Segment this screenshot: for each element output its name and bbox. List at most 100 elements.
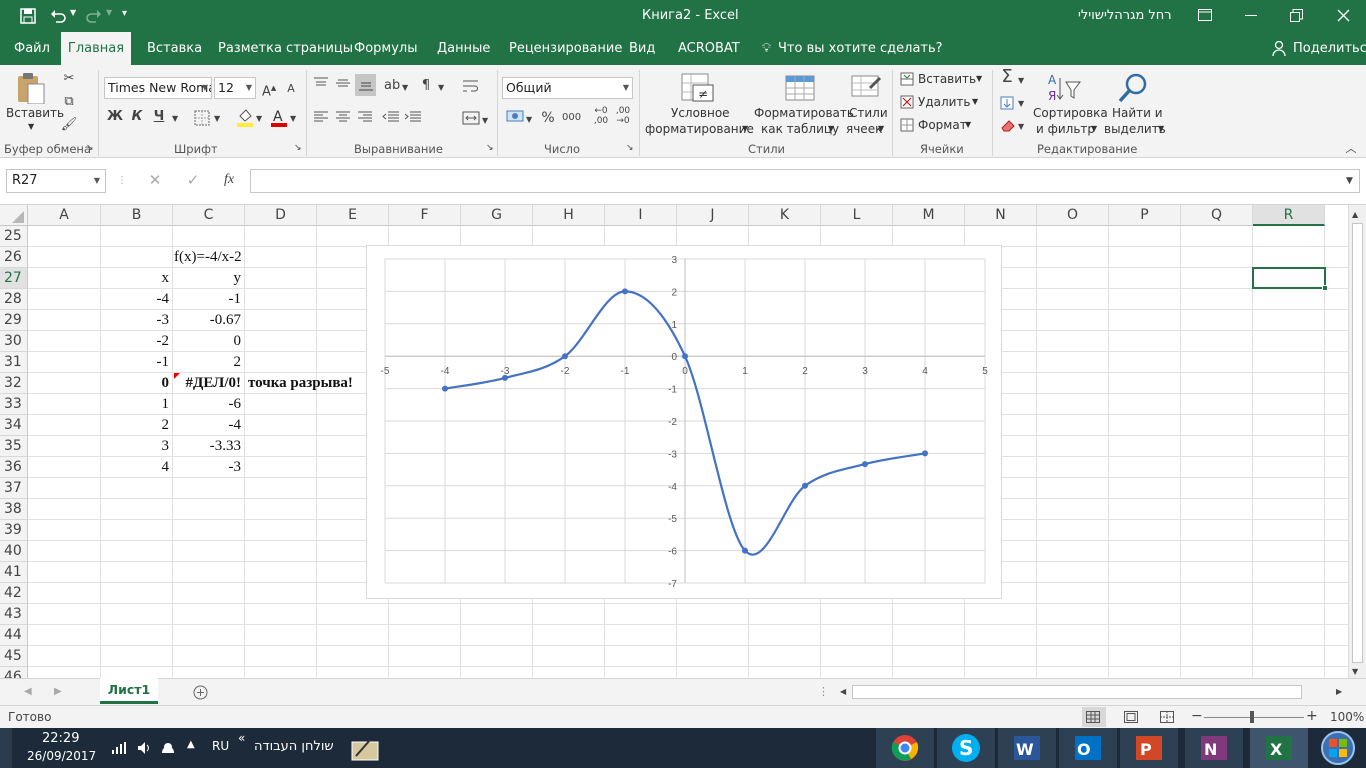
- borders-icon[interactable]: [194, 110, 210, 126]
- insert-function-button[interactable]: fx: [219, 171, 239, 189]
- confirm-entry-icon[interactable]: ✓: [184, 171, 202, 189]
- align-bottom-icon[interactable]: [358, 78, 374, 92]
- align-top-icon[interactable]: [313, 76, 329, 90]
- column-header-r[interactable]: R: [1253, 205, 1325, 226]
- cut-icon[interactable]: ✂: [60, 70, 78, 88]
- cell-c26[interactable]: f(x)=-4/x-2: [174, 247, 242, 268]
- row-header-36[interactable]: 36: [0, 457, 28, 478]
- fill-dropdown-icon[interactable]: ▼: [1018, 95, 1024, 113]
- taskbar-excel[interactable]: X: [1250, 728, 1308, 768]
- row-header-30[interactable]: 30: [0, 331, 28, 352]
- row-header-44[interactable]: 44: [0, 625, 28, 646]
- underline-dropdown-icon[interactable]: ▼: [172, 110, 178, 128]
- network-icon[interactable]: [160, 741, 176, 755]
- row-header-38[interactable]: 38: [0, 499, 28, 520]
- currency-dropdown-icon[interactable]: ▼: [526, 111, 532, 129]
- taskbar-onenote[interactable]: N: [1185, 728, 1243, 768]
- text-direction-icon[interactable]: ¶: [418, 77, 434, 95]
- row-header-26[interactable]: 26: [0, 247, 28, 268]
- taskbar-chrome[interactable]: [876, 728, 934, 768]
- toolbar-expand-icon[interactable]: «: [238, 731, 245, 745]
- column-header-q[interactable]: Q: [1181, 205, 1253, 226]
- number-launcher-icon[interactable]: ↘: [626, 142, 634, 154]
- fill-icon[interactable]: [1000, 96, 1014, 110]
- format-cells-button[interactable]: Формат: [918, 118, 967, 132]
- cell-y-value[interactable]: 2: [173, 352, 245, 373]
- currency-icon[interactable]: [506, 108, 526, 126]
- column-header-g[interactable]: G: [461, 205, 533, 226]
- scroll-left-icon[interactable]: ◀: [840, 683, 846, 701]
- tell-me-search[interactable]: Что вы хотите сделать?: [778, 32, 943, 65]
- taskbar-word[interactable]: W: [998, 728, 1056, 768]
- tabs-splitter-icon[interactable]: ⋮: [818, 683, 829, 701]
- merge-center-icon[interactable]: [462, 110, 480, 126]
- column-header-d[interactable]: D: [245, 205, 317, 226]
- font-name-combo[interactable]: Times New Roma ▼: [104, 77, 212, 99]
- taskbar-powerpoint[interactable]: P: [1120, 728, 1178, 768]
- scroll-right-icon[interactable]: ▶: [1336, 683, 1342, 701]
- tab-home[interactable]: Главная: [61, 32, 131, 65]
- page-break-view-icon[interactable]: [1160, 711, 1174, 723]
- active-cell[interactable]: [1252, 267, 1326, 289]
- format-cells-icon[interactable]: [900, 118, 914, 132]
- tab-insert[interactable]: Вставка: [147, 32, 202, 65]
- alignment-launcher-icon[interactable]: ↘: [486, 142, 494, 154]
- row-header-34[interactable]: 34: [0, 415, 28, 436]
- formula-bar-splitter-icon[interactable]: ⋮: [117, 172, 127, 190]
- cell-x-value[interactable]: -1: [101, 352, 173, 373]
- taskbar-skype[interactable]: S: [937, 728, 995, 768]
- cell-b27[interactable]: x: [101, 268, 173, 289]
- cell-x-value[interactable]: -2: [101, 331, 173, 352]
- row-header-39[interactable]: 39: [0, 520, 28, 541]
- autosum-dropdown-icon[interactable]: ▼: [1018, 72, 1024, 90]
- cell-c27[interactable]: y: [173, 268, 245, 289]
- row-header-25[interactable]: 25: [0, 226, 28, 247]
- paste-button[interactable]: Вставить: [6, 106, 64, 120]
- decrease-decimal-icon[interactable]: ,00 →0: [614, 106, 632, 126]
- decrease-indent-icon[interactable]: [382, 110, 400, 124]
- cell-y-value[interactable]: #ДЕЛ/0!: [173, 373, 245, 394]
- zoom-level[interactable]: 100%: [1330, 710, 1364, 724]
- undo-icon[interactable]: [50, 8, 66, 24]
- share-button[interactable]: Поделиться: [1293, 32, 1366, 65]
- page-layout-view-icon[interactable]: [1124, 711, 1138, 723]
- name-box[interactable]: R27 ▼: [6, 169, 106, 193]
- cell-y-value[interactable]: -0.67: [173, 310, 245, 331]
- bold-button[interactable]: Ж: [107, 108, 123, 126]
- column-header-c[interactable]: C: [173, 205, 245, 226]
- delete-cells-icon[interactable]: [900, 95, 914, 109]
- row-header-37[interactable]: 37: [0, 478, 28, 499]
- clear-dropdown-icon[interactable]: ▼: [1018, 118, 1024, 136]
- align-right-icon[interactable]: [357, 110, 373, 124]
- clock-date[interactable]: 26/09/2017: [27, 749, 96, 763]
- error-indicator-icon[interactable]: [174, 373, 180, 379]
- normal-view-icon[interactable]: [1086, 711, 1100, 723]
- column-header-p[interactable]: P: [1109, 205, 1181, 226]
- prev-sheet-icon[interactable]: ◀: [24, 683, 32, 701]
- tab-formulas[interactable]: Формулы: [354, 32, 417, 65]
- tab-acrobat[interactable]: ACROBAT: [678, 32, 740, 65]
- row-header-33[interactable]: 33: [0, 394, 28, 415]
- row-header-42[interactable]: 42: [0, 583, 28, 604]
- borders-dropdown-icon[interactable]: ▼: [214, 110, 220, 128]
- orientation-icon[interactable]: ab: [384, 77, 400, 95]
- cell-y-value[interactable]: -3.33: [173, 436, 245, 457]
- tab-review[interactable]: Рецензирование: [509, 32, 622, 65]
- cell-y-value[interactable]: -3: [173, 457, 245, 478]
- format-dropdown-icon[interactable]: ▼: [965, 120, 971, 129]
- desktop-toolbar-label[interactable]: שולחן העבודה: [254, 739, 334, 754]
- fill-handle[interactable]: [1322, 285, 1328, 291]
- row-header-31[interactable]: 31: [0, 352, 28, 373]
- column-header-m[interactable]: M: [893, 205, 965, 226]
- clipboard-launcher-icon[interactable]: ↘: [86, 142, 94, 154]
- horizontal-scroll-thumb[interactable]: [852, 685, 1302, 699]
- wrap-text-icon[interactable]: [462, 78, 480, 94]
- number-format-combo[interactable]: Общий ▼: [502, 77, 633, 99]
- clock-time[interactable]: 22:29: [42, 731, 79, 746]
- expand-formula-icon[interactable]: ▼: [1346, 172, 1353, 190]
- paste-icon[interactable]: [14, 70, 50, 104]
- conditional-formatting-line2[interactable]: форматирование: [645, 122, 754, 136]
- table-dropdown-icon[interactable]: ▼: [828, 124, 834, 133]
- cell-styles-line1[interactable]: Стили: [849, 106, 888, 120]
- clear-icon[interactable]: [1000, 118, 1016, 132]
